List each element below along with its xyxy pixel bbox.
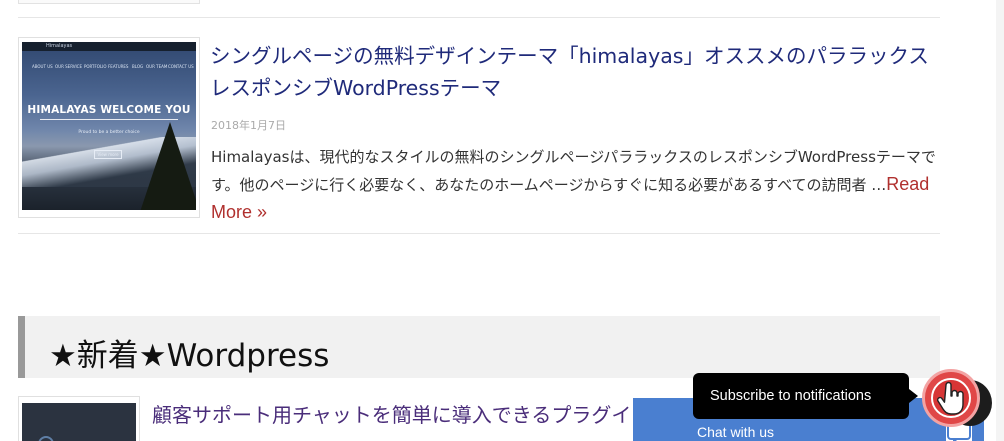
subscribe-tooltip-text: Subscribe to notifications xyxy=(710,388,872,404)
next-article-thumbnail[interactable] xyxy=(22,403,136,441)
thumbnail-nav-item: ABOUT US xyxy=(32,64,53,69)
thumbnail-nav-item: PORTFOLIO xyxy=(84,64,107,69)
article-title-link[interactable]: シングルページの無料デザインテーマ「himalayas」オススメのパララックスレ… xyxy=(210,40,940,104)
previous-article-thumbnail[interactable] xyxy=(18,0,200,4)
article-thumbnail[interactable]: Himalayas ABOUT US OUR SERVICE PORTFOLIO… xyxy=(22,42,196,210)
scrollbar-track[interactable] xyxy=(996,0,1004,441)
thumbnail-nav-item: BLOG xyxy=(132,64,144,69)
thumbnail-nav-item: OUR TEAM xyxy=(146,64,168,69)
thumbnail-top-bar-text: Himalayas xyxy=(46,43,73,49)
section-heading: ★新着★Wordpress xyxy=(18,316,940,378)
article-date: 2018年1月7日 xyxy=(211,119,286,132)
thumbnail-tree xyxy=(140,122,196,210)
divider xyxy=(18,233,940,234)
subscribe-tooltip: Subscribe to notifications xyxy=(693,373,918,419)
divider xyxy=(18,17,940,18)
chat-widget-label: Chat with us xyxy=(697,424,775,440)
article-excerpt-text: Himalayasは、現代的なスタイルの無料のシングルページパララックスのレスポ… xyxy=(211,148,936,194)
thumbnail-tagline: Proud to be a better choice xyxy=(78,130,140,135)
thumbnail-top-bar: Himalayas xyxy=(22,42,196,51)
next-article-title-link[interactable]: 顧客サポート用チャットを簡単に導入できるプラグイン xyxy=(152,400,672,430)
thumbnail-underline xyxy=(40,119,178,120)
section-heading-text: ★新着★Wordpress xyxy=(49,338,330,374)
article-excerpt: Himalayasは、現代的なスタイルの無料のシングルページパララックスのレスポ… xyxy=(211,144,943,227)
thumbnail-nav: ABOUT US OUR SERVICE PORTFOLIO FEATURES … xyxy=(22,64,196,72)
hand-pointer-icon xyxy=(937,381,964,415)
thumbnail-nav-item: OUR SERVICE xyxy=(55,64,82,69)
thumbnail-nav-item: FEATURES xyxy=(108,64,129,69)
thumbnail-nav-item: CONTACT US xyxy=(168,64,194,69)
notification-bell-inner xyxy=(931,378,971,418)
thumbnail-button: View more xyxy=(94,150,122,159)
notification-bell-button[interactable] xyxy=(922,369,980,427)
thumbnail-heading: HIMALAYAS WELCOME YOU xyxy=(27,104,191,116)
